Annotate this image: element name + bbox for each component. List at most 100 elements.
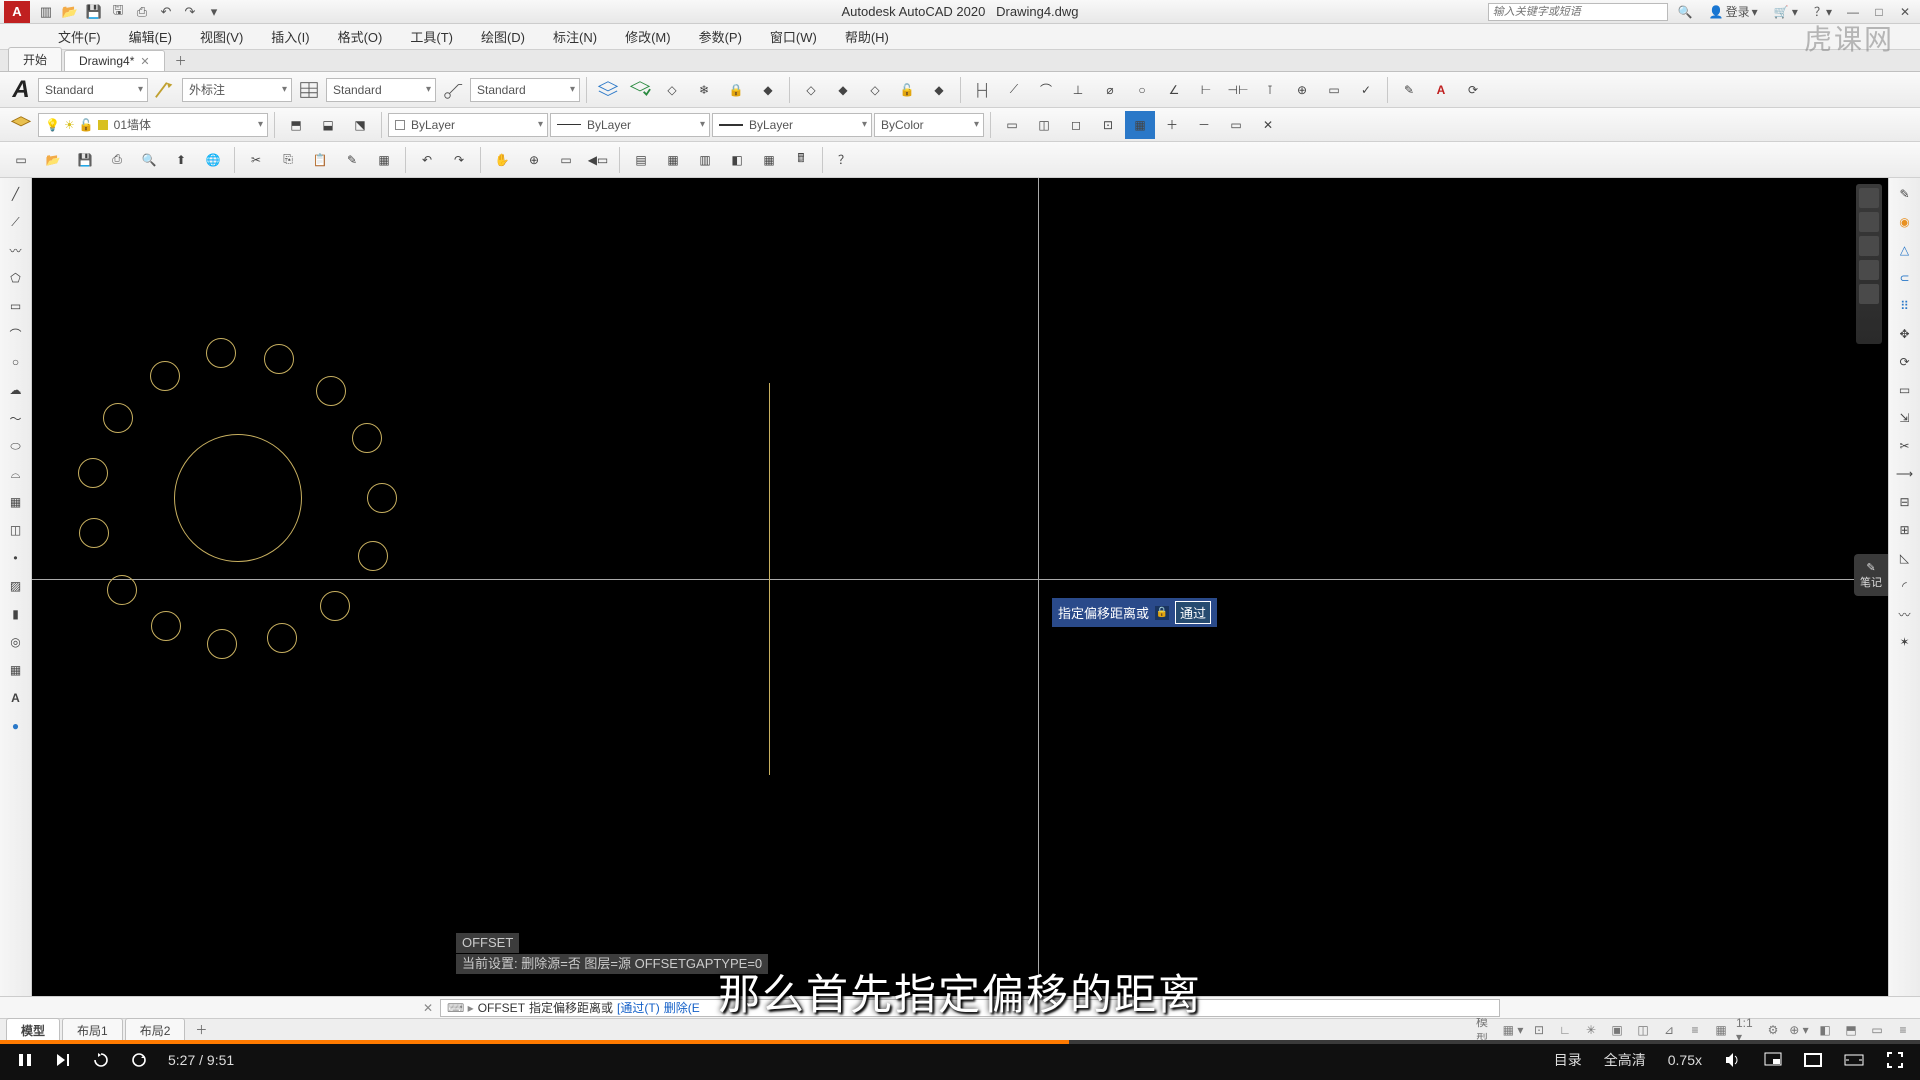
std-pan-icon[interactable]: ✋ [487,146,517,174]
move-icon[interactable]: ✥ [1893,322,1917,346]
qat-redo-icon[interactable]: ↷ [180,3,200,21]
fillet-icon[interactable]: ◜ [1893,574,1917,598]
hatch-icon[interactable]: ▨ [4,574,28,598]
zoom-object-icon[interactable]: ▦ [1125,111,1155,139]
pause-button[interactable] [16,1051,34,1069]
match-prop-icon[interactable]: ✎ [1394,76,1424,104]
zoom-scale-icon[interactable]: ◻ [1061,111,1091,139]
copy-icon[interactable]: ◉ [1893,210,1917,234]
layer-walk-icon[interactable]: ⬓ [313,111,343,139]
std-markup-icon[interactable]: ▦ [754,146,784,174]
exchange-icon[interactable]: 🛒 ▾ [1768,5,1804,19]
menu-view[interactable]: 视图(V) [186,23,257,50]
volume-icon[interactable] [1724,1051,1742,1069]
join-icon[interactable]: ⊞ [1893,518,1917,542]
region-icon[interactable]: ◎ [4,630,28,654]
polyline-icon[interactable]: 〰 [4,238,28,262]
std-undo-icon[interactable]: ↶ [412,146,442,174]
layer-states-icon[interactable] [625,76,655,104]
menu-draw[interactable]: 绘图(D) [467,23,539,50]
status-grid-icon[interactable]: ▦ ▾ [1502,1021,1524,1039]
dim-space-icon[interactable]: ⊺ [1255,76,1285,104]
layer-uniso-icon[interactable]: ◆ [828,76,858,104]
layer-freeze-icon[interactable]: ❄ [689,76,719,104]
layer-lock-icon[interactable]: 🔒 [721,76,751,104]
zoom-dynamic-icon[interactable]: ◫ [1029,111,1059,139]
rewind-button[interactable] [92,1051,110,1069]
quality-button[interactable]: 全高清 [1604,1050,1646,1070]
color-combo[interactable]: ByLayer [388,113,548,137]
tab-start[interactable]: 开始 [8,47,62,71]
std-toolpalette-icon[interactable]: ▥ [690,146,720,174]
dim-tolerance-icon[interactable]: ▭ [1319,76,1349,104]
status-model-button[interactable]: 模型 [1476,1021,1498,1039]
layer-props-icon[interactable] [6,111,36,139]
lineweight-combo[interactable]: ByLayer [712,113,872,137]
tab-drawing4[interactable]: Drawing4* ✕ [64,50,165,71]
std-zoom-prev-icon[interactable]: ◀▭ [583,146,613,174]
linetype-combo[interactable]: ByLayer [550,113,710,137]
help-search-input[interactable] [1488,3,1668,21]
mleader-style-combo[interactable]: Standard [470,78,580,102]
std-designcenter-icon[interactable]: ▦ [658,146,688,174]
layout-tab-1[interactable]: 布局1 [62,1018,123,1042]
next-button[interactable] [54,1051,72,1069]
chamfer-icon[interactable]: ◺ [1893,546,1917,570]
menu-modify[interactable]: 修改(M) [611,23,685,50]
std-publish-icon[interactable]: ⬆ [166,146,196,174]
std-3d-icon[interactable]: 🌐 [198,146,228,174]
std-sheetset-icon[interactable]: ◧ [722,146,752,174]
status-hardware-icon[interactable]: ⬒ [1840,1021,1862,1039]
status-cleanscreen-icon[interactable]: ▭ [1866,1021,1888,1039]
menu-help[interactable]: 帮助(H) [831,23,903,50]
std-paste-icon[interactable]: 📋 [305,146,335,174]
notes-panel-tab[interactable]: ✎ 笔记 [1854,554,1888,596]
blend-icon[interactable]: 〰 [1893,602,1917,626]
status-transparency-icon[interactable]: ▦ [1710,1021,1732,1039]
status-workspace-icon[interactable]: ⊕ ▾ [1788,1021,1810,1039]
text-style-combo[interactable]: Standard [38,78,148,102]
break-icon[interactable]: ⊟ [1893,490,1917,514]
status-otrack-icon[interactable]: ⊿ [1658,1021,1680,1039]
qat-plot-icon[interactable]: ⎙ [132,3,152,21]
polygon-icon[interactable]: ⬠ [4,266,28,290]
point-icon[interactable]: • [4,546,28,570]
rectangle-icon[interactable]: ▭ [4,294,28,318]
dim-ordinate-icon[interactable]: ⊥ [1063,76,1093,104]
menu-format[interactable]: 格式(O) [324,23,397,50]
std-calc-icon[interactable]: 🖩 [786,146,816,174]
cmdline-close-icon[interactable]: ✕ [420,1001,436,1015]
rotate-icon[interactable]: ⟳ [1893,350,1917,374]
layer-iso-icon[interactable]: ◇ [796,76,826,104]
menu-edit[interactable]: 编辑(E) [115,23,186,50]
dim-aligned-icon[interactable]: ⟋ [999,76,1029,104]
std-preview-icon[interactable]: 🔍 [134,146,164,174]
menu-insert[interactable]: 插入(I) [257,23,323,50]
layer-merge-icon[interactable]: ⬔ [345,111,375,139]
qat-more-icon[interactable]: ▾ [204,3,224,21]
gradient-icon[interactable]: ▮ [4,602,28,626]
zoom-out-icon[interactable]: － [1189,111,1219,139]
layer-thaw-icon[interactable]: ◇ [860,76,890,104]
erase-icon[interactable]: ✎ [1893,182,1917,206]
std-plot-icon[interactable]: ⎙ [102,146,132,174]
mleader-style-icon[interactable] [438,76,468,104]
maximize-icon[interactable]: □ [1868,4,1890,20]
speed-button[interactable]: 0.75x [1668,1052,1702,1068]
table-style-icon[interactable] [294,76,324,104]
catalog-button[interactable]: 目录 [1554,1050,1582,1070]
navbar-zoom-icon[interactable] [1859,236,1879,256]
dim-baseline-icon[interactable]: ⊢ [1191,76,1221,104]
refresh-icon[interactable]: ⟳ [1458,76,1488,104]
navbar-wheel-icon[interactable] [1859,188,1879,208]
dim-radius-icon[interactable]: ⌀ [1095,76,1125,104]
navigation-bar[interactable] [1856,184,1882,344]
search-web-icon[interactable]: 🔍 [1672,5,1699,19]
std-block-icon[interactable]: ▦ [369,146,399,174]
layer-match-icon[interactable]: ◆ [753,76,783,104]
ellipse-icon[interactable]: ⬭ [4,434,28,458]
qat-saveas-icon[interactable]: 🖫 [108,3,128,21]
layout-add-icon[interactable]: ＋ [187,1019,215,1040]
circle-icon[interactable]: ○ [4,350,28,374]
fullscreen-icon[interactable] [1886,1051,1904,1069]
